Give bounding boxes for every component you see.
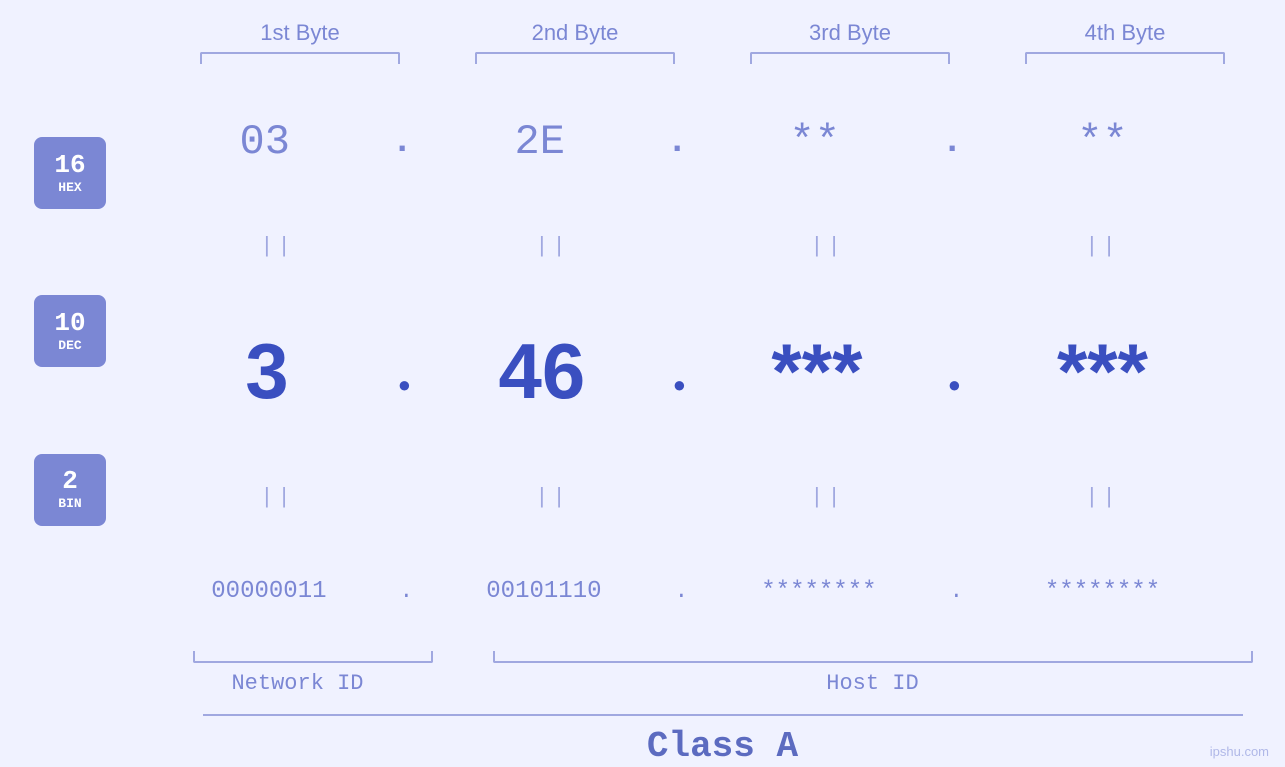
bin-cell-3: ******** . [690,578,965,605]
badge-hex: 16 HEX [34,137,106,209]
dot-hex-2: . [666,121,688,162]
bin-value-4: ******** [965,578,1240,605]
dec-value-4: *** [965,326,1240,417]
equals-row-2: || || || || [140,485,1240,510]
watermark: ipshu.com [1210,744,1269,759]
equals-row-1: || || || || [140,234,1240,259]
top-brackets [163,52,1263,64]
dot-bin-3: . [950,579,963,604]
badge-bin-label: BIN [58,496,81,511]
badge-bin-number: 2 [62,468,78,494]
eq2-4: || [983,485,1223,510]
dec-row: 3 ● 46 ● *** ● *** [140,326,1240,417]
hex-value-3: ** [690,118,939,166]
hex-value-4: ** [965,118,1240,166]
content-area: 16 HEX 10 DEC 2 BIN 03 . 2E [0,84,1285,649]
header-byte1: 1st Byte [180,20,420,46]
class-label: Class A [203,726,1243,767]
hex-value-1: 03 [140,118,389,166]
hex-cell-1: 03 . [140,118,415,166]
dec-cell-3: *** ● [690,326,965,417]
dot-bin-1: . [400,579,413,604]
bytes-grid: 03 . 2E . ** . ** || || || [140,84,1285,649]
network-id-label: Network ID [163,671,433,696]
bin-cell-2: 00101110 . [415,578,690,605]
bracket-byte1 [200,52,400,64]
bin-cell-1: 00000011 . [140,578,415,605]
dot-dec-2: ● [673,374,686,399]
class-bracket-line [203,714,1243,716]
dec-value-1: 3 [140,326,394,417]
bottom-bracket-network [193,651,433,663]
dec-value-2: 46 [415,326,669,417]
hex-cell-3: ** . [690,118,965,166]
eq1-2: || [433,234,673,259]
hex-value-2: 2E [415,118,664,166]
badge-dec-number: 10 [54,310,85,336]
badges-column: 16 HEX 10 DEC 2 BIN [0,84,140,649]
bottom-brackets-row [163,651,1263,663]
dec-cell-4: *** [965,326,1240,417]
bracket-byte4 [1025,52,1225,64]
dot-dec-1: ● [398,374,411,399]
bottom-labels-row: Network ID Host ID [163,671,1263,696]
dot-hex-1: . [391,121,413,162]
header-byte4: 4th Byte [1005,20,1245,46]
eq2-1: || [158,485,398,510]
bottom-bracket-area: Network ID Host ID [163,651,1263,696]
header-byte3: 3rd Byte [730,20,970,46]
badge-bin: 2 BIN [34,454,106,526]
bottom-bracket-host [493,651,1253,663]
bin-row: 00000011 . 00101110 . ******** . *******… [140,578,1240,605]
bracket-byte3 [750,52,950,64]
dot-hex-3: . [941,121,963,162]
bin-cell-4: ******** [965,578,1240,605]
bin-value-2: 00101110 [415,578,673,605]
eq1-1: || [158,234,398,259]
hex-row: 03 . 2E . ** . ** [140,118,1240,166]
eq1-4: || [983,234,1223,259]
badge-hex-label: HEX [58,180,81,195]
hex-cell-4: ** [965,118,1240,166]
badge-dec-label: DEC [58,338,81,353]
bin-value-3: ******** [690,578,948,605]
badge-dec: 10 DEC [34,295,106,367]
dot-bin-2: . [675,579,688,604]
eq2-2: || [433,485,673,510]
dec-value-3: *** [690,326,944,417]
eq1-3: || [708,234,948,259]
eq2-3: || [708,485,948,510]
header-byte2: 2nd Byte [455,20,695,46]
byte-headers: 1st Byte 2nd Byte 3rd Byte 4th Byte [163,20,1263,46]
bracket-byte2 [475,52,675,64]
main-container: 1st Byte 2nd Byte 3rd Byte 4th Byte 16 H… [0,0,1285,767]
dec-cell-2: 46 ● [415,326,690,417]
hex-cell-2: 2E . [415,118,690,166]
dec-cell-1: 3 ● [140,326,415,417]
dot-dec-3: ● [948,374,961,399]
class-bracket-area: Class A [203,714,1243,767]
bin-value-1: 00000011 [140,578,398,605]
host-id-label: Host ID [493,671,1253,696]
badge-hex-number: 16 [54,152,85,178]
